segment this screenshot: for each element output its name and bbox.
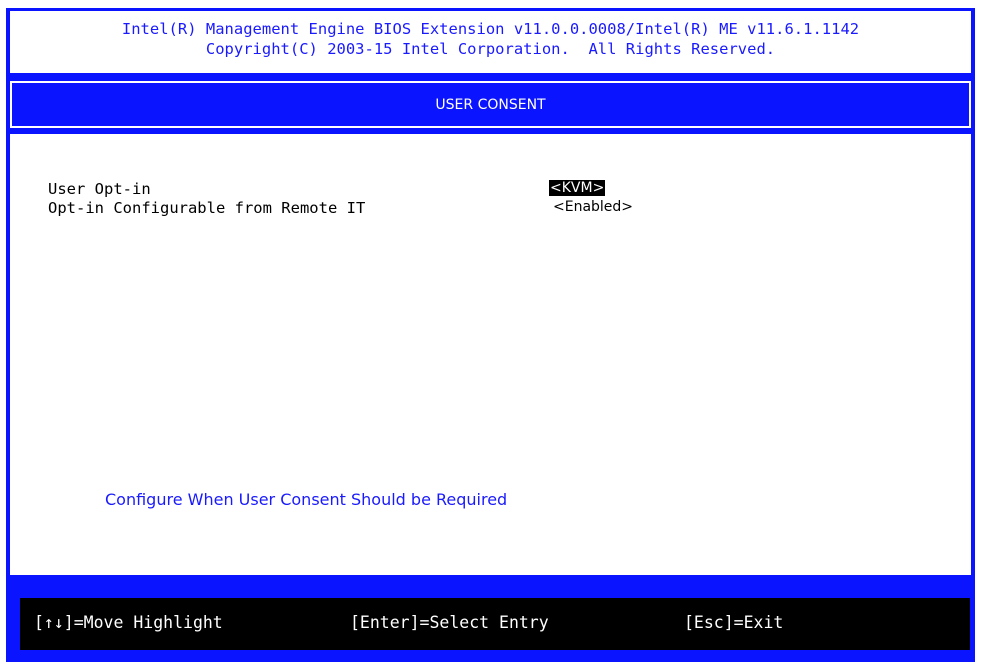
setting-label-opt-in-remote-it: Opt-in Configurable from Remote IT bbox=[48, 199, 366, 217]
settings-panel: User Opt-in <KVM> Opt-in Configurable fr… bbox=[10, 134, 971, 575]
setting-value-user-opt-in[interactable]: <KVM> bbox=[549, 180, 606, 196]
mebx-screen: Intel(R) Management Engine BIOS Extensio… bbox=[6, 8, 975, 662]
page-title: USER CONSENT bbox=[435, 96, 546, 113]
key-hint-select: [Enter]=Select Entry bbox=[350, 613, 549, 632]
setting-value-opt-in-remote-it[interactable]: <Enabled> bbox=[553, 199, 633, 215]
setting-label-user-opt-in: User Opt-in bbox=[48, 180, 151, 198]
key-help-bar: [↑↓]=Move Highlight [Enter]=Select Entry… bbox=[20, 598, 970, 650]
header-copyright-line: Copyright(C) 2003-15 Intel Corporation. … bbox=[205, 40, 776, 58]
header-banner: Intel(R) Management Engine BIOS Extensio… bbox=[10, 11, 971, 73]
key-hint-move: [↑↓]=Move Highlight bbox=[34, 613, 223, 632]
header-version-line: Intel(R) Management Engine BIOS Extensio… bbox=[121, 20, 860, 38]
help-description: Configure When User Consent Should be Re… bbox=[105, 490, 508, 509]
key-hint-exit: [Esc]=Exit bbox=[684, 613, 784, 632]
page-title-bar: USER CONSENT bbox=[10, 81, 971, 128]
